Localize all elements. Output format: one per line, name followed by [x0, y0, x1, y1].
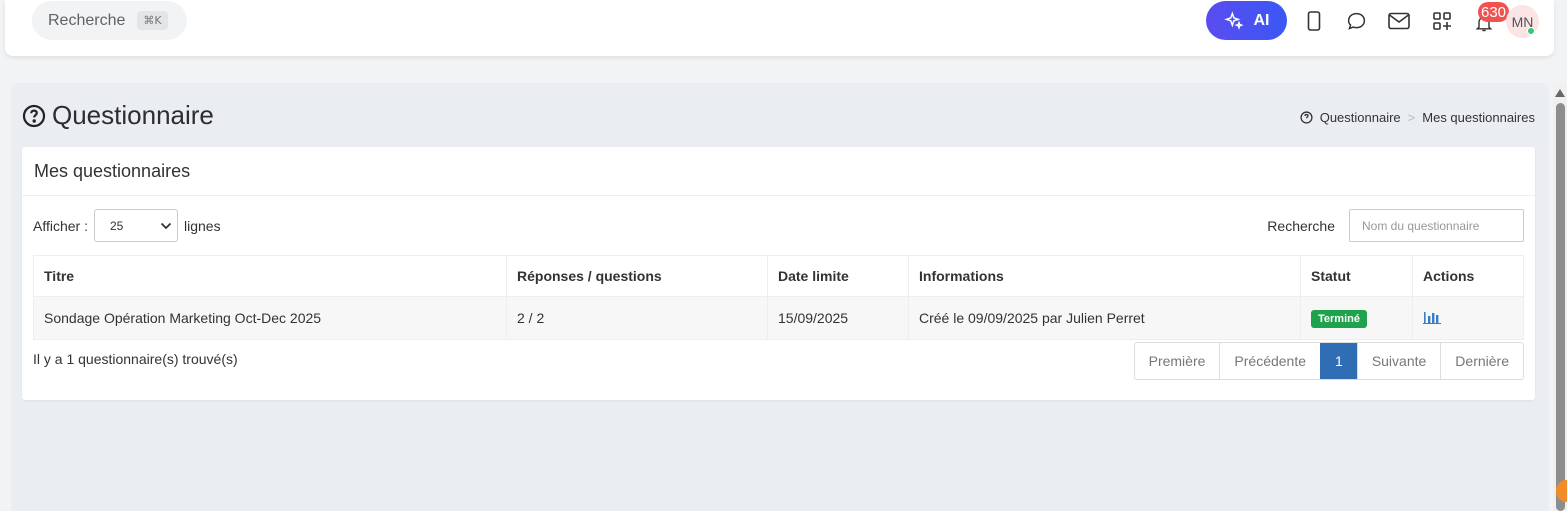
cell-info: Créé le 09/09/2025 par Julien Perret [908, 296, 1301, 340]
rows-per-page-value: 25 [110, 218, 124, 233]
pagination-current[interactable]: 1 [1320, 343, 1357, 379]
cell-responses: 2 / 2 [506, 296, 768, 340]
apps-icon[interactable] [1431, 10, 1453, 32]
ai-label: AI [1253, 11, 1270, 29]
table-search-label: Recherche [1267, 217, 1335, 234]
mail-icon[interactable] [1388, 10, 1410, 32]
page-title: Questionnaire [22, 100, 214, 131]
scrollbar[interactable] [1553, 83, 1567, 511]
page-title-text: Questionnaire [52, 100, 214, 130]
questionnaires-panel: Mes questionnaires Afficher : 25 lignes … [22, 147, 1535, 400]
chat-icon[interactable] [1345, 10, 1367, 32]
scroll-up-arrow[interactable] [1555, 89, 1565, 97]
pagination: Première Précédente 1 Suivante Dernière [1133, 342, 1524, 380]
status-badge: Terminé [1311, 309, 1367, 328]
header-reponses[interactable]: Réponses / questions [506, 255, 768, 297]
online-status-dot [1527, 27, 1535, 35]
header-actions: Actions [1412, 255, 1524, 297]
show-label: Afficher : [33, 217, 88, 234]
table-search: Recherche Nom du questionnaire [1267, 209, 1524, 242]
ai-button[interactable]: AI [1206, 1, 1287, 40]
table-header-row: Titre Réponses / questions Date limite I… [33, 255, 1524, 297]
table-row[interactable]: Sondage Opération Marketing Oct-Dec 2025… [33, 296, 1524, 340]
mobile-icon[interactable] [1303, 10, 1325, 32]
bar-chart-icon[interactable] [1423, 310, 1441, 324]
cell-actions [1412, 296, 1524, 340]
panel-title: Mes questionnaires [22, 147, 1535, 196]
notification-badge: 630 [1478, 2, 1510, 22]
rows-label: lignes [184, 217, 221, 234]
question-circle-icon [1300, 111, 1313, 124]
table-search-input[interactable]: Nom du questionnaire [1349, 209, 1524, 242]
rows-per-page-select[interactable]: 25 [94, 209, 178, 242]
search-shortcut: ⌘K [137, 11, 168, 30]
pagination-prev[interactable]: Précédente [1219, 343, 1320, 379]
header-informations[interactable]: Informations [908, 255, 1301, 297]
header-statut[interactable]: Statut [1300, 255, 1413, 297]
breadcrumb-separator: > [1407, 110, 1416, 125]
cell-status: Terminé [1300, 296, 1413, 340]
global-search-button[interactable]: Recherche ⌘K [32, 1, 187, 40]
sparkles-icon [1223, 10, 1244, 30]
cell-deadline: 15/09/2025 [767, 296, 909, 340]
breadcrumb: Questionnaire > Mes questionnaires [1300, 110, 1535, 125]
results-count: Il y a 1 questionnaire(s) trouvé(s) [33, 351, 238, 367]
cell-title[interactable]: Sondage Opération Marketing Oct-Dec 2025 [33, 296, 507, 340]
breadcrumb-mes-questionnaires: Mes questionnaires [1422, 110, 1535, 125]
chevron-down-icon [160, 222, 172, 229]
pagination-last[interactable]: Dernière [1440, 343, 1523, 379]
header-date-limite[interactable]: Date limite [767, 255, 909, 297]
questionnaires-table: Titre Réponses / questions Date limite I… [33, 255, 1524, 340]
pagination-first[interactable]: Première [1135, 343, 1220, 379]
global-search-label: Recherche [48, 11, 126, 29]
header-titre[interactable]: Titre [33, 255, 507, 297]
question-circle-icon [22, 104, 46, 127]
scrollbar-thumb[interactable] [1556, 103, 1565, 511]
breadcrumb-questionnaire[interactable]: Questionnaire [1320, 110, 1401, 125]
rows-control: Afficher : 25 lignes [33, 209, 221, 242]
pagination-next[interactable]: Suivante [1356, 343, 1440, 379]
